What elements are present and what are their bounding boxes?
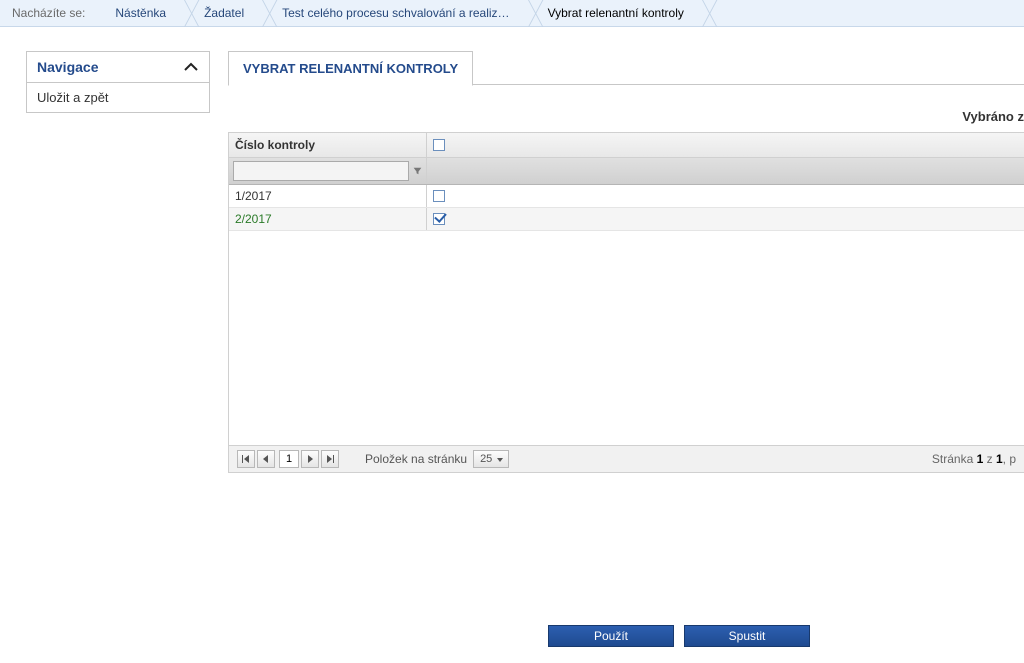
cell-number: 1/2017 <box>229 185 427 207</box>
row-checkbox[interactable] <box>433 190 445 202</box>
nav-item-save-back[interactable]: Uložit a zpět <box>27 83 209 112</box>
breadcrumb-item-dashboard[interactable]: Nástěnka <box>95 0 184 27</box>
tab-spacer <box>473 51 1024 85</box>
row-checkbox[interactable] <box>433 213 445 225</box>
column-header-checkbox[interactable] <box>427 133 1024 157</box>
selected-count-info: Vybráno z <box>228 85 1024 132</box>
filter-icon[interactable] <box>413 164 422 178</box>
navigation-title: Navigace <box>37 59 98 75</box>
pager-last-button[interactable] <box>321 450 339 468</box>
pager-items-label: Položek na stránku <box>365 452 467 466</box>
chevron-up-icon <box>183 62 199 72</box>
select-all-checkbox[interactable] <box>433 139 445 151</box>
navigation-panel: Navigace Uložit a zpět <box>26 51 210 113</box>
table-row[interactable]: 1/2017 <box>229 185 1024 208</box>
breadcrumb-item-select-controls: Vybrat relenantní kontroly <box>528 0 702 27</box>
use-button[interactable]: Použít <box>548 625 674 647</box>
pager-page-size-select[interactable]: 25 <box>473 450 509 468</box>
pager: Položek na stránku 25 Stránka 1 z 1, p <box>228 446 1024 473</box>
pager-prev-button[interactable] <box>257 450 275 468</box>
pager-first-button[interactable] <box>237 450 255 468</box>
pager-info: Stránka 1 z 1, p <box>932 452 1016 466</box>
breadcrumb: Nacházíte se: Nástěnka Žadatel Test celé… <box>0 0 1024 27</box>
breadcrumb-item-process-test[interactable]: Test celého procesu schvalování a realiz… <box>262 0 527 27</box>
breadcrumb-item-applicant[interactable]: Žadatel <box>184 0 262 27</box>
cell-number: 2/2017 <box>229 208 427 230</box>
pager-next-button[interactable] <box>301 450 319 468</box>
table-row[interactable]: 2/2017 <box>229 208 1024 231</box>
breadcrumb-label: Nacházíte se: <box>6 6 95 20</box>
controls-grid: Číslo kontroly 1/2017 2/2017 <box>228 132 1024 446</box>
action-bar: Použít Spustit <box>228 623 1024 647</box>
run-button[interactable]: Spustit <box>684 625 810 647</box>
filter-input-number[interactable] <box>233 161 409 181</box>
grid-empty-space <box>229 231 1024 445</box>
tab-select-relevant-controls[interactable]: VYBRAT RELENANTNÍ KONTROLY <box>228 51 473 86</box>
pager-page-input[interactable] <box>279 450 299 468</box>
navigation-header[interactable]: Navigace <box>27 52 209 83</box>
column-header-number[interactable]: Číslo kontroly <box>229 133 427 157</box>
